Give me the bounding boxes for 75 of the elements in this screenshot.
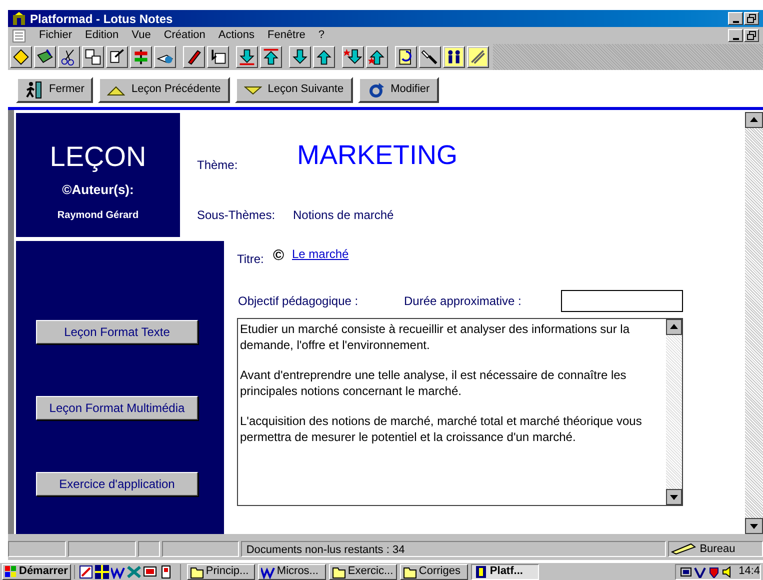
window-title: Platformad - Lotus Notes: [30, 10, 173, 28]
action-button[interactable]: Modifier: [358, 76, 439, 102]
duration-field[interactable]: [561, 290, 683, 312]
arrow-up-icon[interactable]: [315, 48, 333, 66]
author-label: ©Auteur(s):: [62, 181, 134, 199]
taskbar-button[interactable]: Platf...: [470, 564, 539, 580]
scroll-down-button[interactable]: [666, 489, 682, 505]
format-button[interactable]: Exercice d'application: [36, 472, 198, 496]
minimize-button[interactable]: [728, 12, 743, 25]
menu-item[interactable]: Fenêtre: [267, 27, 306, 44]
title-link[interactable]: Le marché: [292, 245, 349, 263]
title-label: Titre:: [237, 251, 264, 268]
app-icon: [12, 12, 26, 26]
folder-icon: [190, 564, 204, 578]
status-pane: [68, 541, 136, 557]
taskbar-button[interactable]: Corriges: [400, 564, 468, 580]
arrow-up-icon[interactable]: [262, 48, 280, 66]
menu-item[interactable]: Edition: [85, 27, 119, 44]
arrow-down-icon[interactable]: [238, 48, 256, 66]
menu-item[interactable]: ?: [318, 27, 325, 44]
author-name: Raymond Gérard: [57, 208, 139, 222]
action-button[interactable]: Leçon Suivante: [234, 76, 353, 102]
restore-button[interactable]: [744, 29, 759, 42]
lesson-heading: LEÇON: [50, 143, 146, 171]
taskbar-button[interactable]: Micros...: [258, 564, 326, 580]
menu-item[interactable]: Création: [164, 27, 206, 44]
objective-text-area[interactable]: [237, 318, 683, 506]
arrow-down-icon[interactable]: [344, 48, 362, 66]
people-icon[interactable]: [445, 48, 463, 66]
taskbar-button[interactable]: Princip...: [186, 564, 255, 580]
refresh-icon: [366, 80, 385, 98]
menu-item[interactable]: Vue: [132, 27, 151, 44]
document-icon: [12, 28, 26, 42]
restore-button[interactable]: [744, 12, 759, 25]
paragraph: L'acquisition des notions de marché, marché total et marché théorique vous permettra de mesurer le potentiel et la croissance d'un marché.: [240, 413, 643, 445]
monitor-icon[interactable]: [142, 564, 157, 578]
menu-item[interactable]: Fichier: [39, 27, 72, 44]
runner-icon: [25, 80, 43, 98]
pen-icon[interactable]: [185, 48, 203, 66]
theme-label: Thème:: [197, 157, 238, 174]
folder-icon: [402, 564, 417, 578]
paragraph: Etudier un marché consiste à recueillir et analyser des informations sur la demande, l'offre et l'environnement.: [240, 321, 631, 353]
start-button[interactable]: Démarrer: [2, 564, 71, 580]
clock: 14:4: [738, 564, 760, 580]
paragraph: Avant d'entreprendre une telle analyse, il est nécessaire de connaître les principales notions concernant le marché.: [240, 367, 628, 399]
arrow-down-icon[interactable]: [291, 48, 309, 66]
menu-item[interactable]: Actions: [218, 27, 254, 44]
arrow-up-icon[interactable]: [368, 48, 386, 66]
action-button[interactable]: Leçon Précédente: [98, 76, 230, 102]
scroll-down-button[interactable]: [745, 518, 763, 534]
duration-label: Durée approximative :: [404, 293, 522, 310]
format-button[interactable]: Leçon Format Multimédia: [36, 396, 198, 420]
subthemes-value: Notions de marché: [293, 207, 394, 224]
document-icon[interactable]: [158, 564, 173, 578]
shield-icon[interactable]: [708, 566, 720, 578]
signpost-icon[interactable]: [132, 48, 150, 66]
copyright-mark: ©: [273, 246, 284, 266]
action-button[interactable]: Fermer: [16, 76, 94, 102]
subthemes-label: Sous-Thèmes:: [197, 207, 276, 224]
objective-label: Objectif pédagogique :: [238, 293, 358, 310]
status-message: Documents non-lus restants : 34: [241, 541, 666, 557]
pencil-icon[interactable]: [78, 564, 93, 578]
minimize-button[interactable]: [728, 29, 743, 42]
grid-icon[interactable]: [94, 564, 109, 578]
diamond-icon[interactable]: [12, 48, 30, 66]
status-pane: [8, 541, 66, 557]
folder-icon: [332, 564, 346, 578]
windows-logo-icon: [5, 566, 17, 578]
scroll-up-button[interactable]: [745, 112, 763, 128]
theme-value: MARKETING: [297, 142, 458, 169]
pen-icon: [670, 543, 697, 555]
format-button[interactable]: Leçon Format Texte: [36, 320, 198, 344]
status-pane: [138, 541, 160, 557]
scroll-up-button[interactable]: [666, 319, 682, 335]
taskbar-button[interactable]: Exercic...: [328, 564, 397, 580]
